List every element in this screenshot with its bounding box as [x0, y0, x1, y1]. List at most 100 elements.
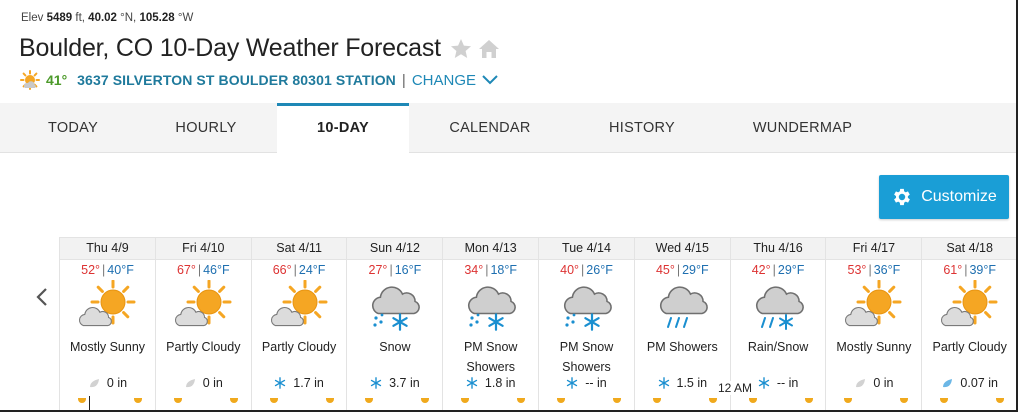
condition-line-1: Snow: [379, 340, 411, 354]
precip-amount: 3.7 in: [389, 376, 420, 390]
sunrise-marker: [652, 398, 661, 403]
station-row: 41° 3637 SILVERTON ST BOULDER 80301 STAT…: [20, 70, 498, 90]
condition-line-1: Mostly Sunny: [69, 340, 146, 354]
temp-separator: |: [581, 263, 585, 277]
snow-icon: [372, 286, 421, 331]
precip-amount: -- in: [776, 376, 799, 390]
sunrise-marker: [748, 398, 757, 403]
station-link[interactable]: 3637 SILVERTON ST BOULDER 80301 STATION: [77, 72, 396, 88]
low-temp: 46°F: [203, 263, 230, 277]
tab-wundermap[interactable]: WUNDERMAP: [735, 103, 870, 153]
sunset-marker: [996, 398, 1005, 403]
chevron-left-icon: [36, 288, 47, 306]
day-column[interactable]: Sat 4/18 61° | 39°F Partly Cloudy 0.07 in: [921, 238, 1016, 410]
chevron-down-icon: [482, 75, 498, 85]
snowflake-icon: [566, 377, 578, 389]
high-temp: 40°: [560, 263, 580, 277]
high-temp: 52°: [81, 263, 101, 277]
sunrise-marker: [269, 398, 278, 403]
day-date: Sat 4/11: [251, 238, 347, 260]
precipitation: 1.8 in: [443, 376, 538, 390]
condition-text: Mostly Sunny: [826, 337, 921, 357]
previous-days-button[interactable]: [32, 285, 52, 309]
tab-calendar[interactable]: CALENDAR: [420, 103, 560, 153]
day-column[interactable]: Wed 4/15 45° | 29°F PM Showers 1.5 in: [633, 238, 730, 410]
mostly-sunny-icon: [845, 280, 902, 327]
condition-line-1: Partly Cloudy: [166, 340, 241, 354]
tab-history[interactable]: HISTORY: [572, 103, 712, 153]
precip-amount: 0 in: [106, 376, 128, 390]
temp-separator: |: [293, 263, 297, 277]
low-temp: 29°F: [777, 263, 805, 277]
day-column[interactable]: Fri 4/17 53° | 36°F Mostly Sunny 0 in: [825, 238, 922, 410]
low-temp: 18°F: [490, 263, 518, 277]
gear-icon: [894, 188, 911, 206]
lon-unit: °W: [177, 12, 194, 24]
lat-value: 40.02: [88, 12, 117, 24]
title-row: Boulder, CO 10-Day Weather Forecast: [19, 34, 501, 63]
condition-text: Partly Cloudy: [156, 337, 251, 357]
condition-line-1: Partly Cloudy: [932, 340, 1007, 354]
sunrise-marker: [365, 398, 374, 403]
sunset-marker: [613, 398, 621, 403]
high-temp: 27°: [368, 263, 388, 277]
rain-drop-blue-icon: [941, 377, 953, 389]
mostly-sunny-icon: [79, 280, 136, 327]
condition-line-2: Showers: [466, 360, 515, 374]
low-temp: 29°F: [682, 263, 709, 277]
station-separator: |: [401, 71, 406, 89]
day-date: Mon 4/13: [443, 238, 539, 260]
temp-separator: |: [102, 263, 106, 277]
partly-cloudy-icon: [941, 280, 998, 327]
condition-line-1: PM Snow: [559, 340, 614, 354]
low-temp: 39°F: [969, 263, 997, 277]
sunset-marker: [804, 398, 813, 403]
forecast-days: Thu 4/9 52° | 40°F Mostly Sunny 0 in Fri 4…: [59, 237, 1016, 410]
day-date: Sun 4/12: [347, 238, 443, 260]
current-condition-sun-icon: [20, 70, 40, 90]
temp-separator: |: [389, 263, 393, 277]
snowflake-icon: [466, 377, 478, 389]
day-column[interactable]: Fri 4/10 67° | 46°F Partly Cloudy 0 in: [154, 238, 251, 410]
sun-timeline: [635, 398, 730, 408]
partly-cloudy-icon: [270, 280, 328, 327]
day-temperatures: 42° | 29°F: [731, 263, 826, 277]
day-column[interactable]: Sun 4/12 27° | 16°F Snow 3.7 in: [346, 238, 443, 410]
tab-today[interactable]: TODAY: [0, 103, 146, 153]
favorite-star-icon[interactable]: [449, 37, 473, 61]
day-date: Wed 4/15: [634, 238, 730, 260]
condition-text: PM Snow Showers: [539, 337, 634, 377]
day-temperatures: 66° | 24°F: [252, 263, 347, 277]
sunset-marker: [134, 398, 142, 403]
tab-hourly[interactable]: HOURLY: [133, 103, 279, 153]
page-header: Elev 5489 ft, 40.02 °N, 105.28 °W Boulde…: [0, 0, 1016, 103]
high-temp: 67°: [176, 263, 196, 277]
day-temperatures: 61° | 39°F: [922, 263, 1016, 277]
condition-text: Snow: [347, 337, 442, 357]
day-column[interactable]: Mon 4/13 34° | 18°F PM Snow Showers 1.8 in: [442, 238, 539, 410]
day-column[interactable]: Sat 4/11 66° | 24°F Partly Cloudy 1.7 in: [250, 238, 347, 410]
page-title: Boulder, CO 10-Day Weather Forecast: [19, 34, 441, 62]
low-temp: 36°F: [873, 263, 901, 277]
low-temp: 16°F: [394, 263, 422, 277]
precip-amount: 1.8 in: [484, 376, 516, 390]
day-temperatures: 67° | 46°F: [156, 263, 251, 277]
precip-amount: 1.5 in: [676, 376, 708, 390]
condition-text: PM Showers: [635, 337, 730, 357]
home-icon[interactable]: [477, 37, 501, 61]
sun-timeline: [156, 398, 251, 408]
temp-separator: |: [676, 263, 681, 277]
condition-text: Partly Cloudy: [252, 337, 347, 357]
low-temp: 26°F: [586, 263, 613, 277]
tab-10-day[interactable]: 10-DAY: [277, 103, 409, 154]
customize-button[interactable]: Customize: [879, 175, 1009, 219]
day-column[interactable]: Thu 4/9 52° | 40°F Mostly Sunny 0 in: [59, 238, 155, 410]
day-date: Tue 4/14: [539, 238, 634, 260]
change-station-button[interactable]: CHANGE: [412, 72, 498, 89]
day-temperatures: 52° | 40°F: [60, 263, 155, 277]
day-column[interactable]: Tue 4/14 40° | 26°F PM Snow Showers -- in: [538, 238, 634, 410]
precipitation: 3.7 in: [347, 376, 442, 390]
snowflake-icon: [658, 377, 670, 389]
timeline-cursor: [89, 396, 90, 410]
customize-label: Customize: [921, 188, 997, 205]
